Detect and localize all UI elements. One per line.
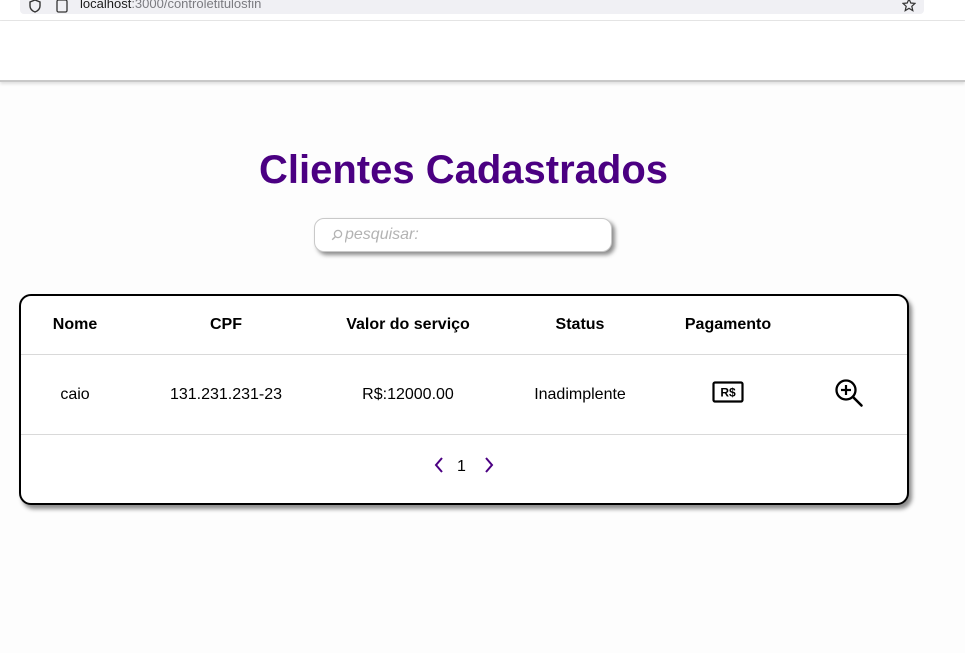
pagination-current-page[interactable]: 1 <box>457 458 466 476</box>
column-header-pagamento[interactable]: Pagamento <box>685 316 771 334</box>
view-details-button[interactable] <box>834 378 864 413</box>
column-header-status[interactable]: Status <box>556 316 605 334</box>
page-title: Clientes Cadastrados <box>258 148 669 192</box>
cell-nome: caio <box>60 386 90 403</box>
clients-table: Nome CPF Valor do serviço Status Pagamen… <box>19 294 909 505</box>
cell-status: Inadimplente <box>534 386 626 403</box>
url-text[interactable]: localhost:3000/controletitulosfin <box>80 0 261 11</box>
zoom-in-icon <box>835 379 863 407</box>
chevron-left-icon[interactable] <box>433 456 445 474</box>
row-divider <box>21 434 907 435</box>
browser-toolbar: localhost:3000/controletitulosfin <box>0 0 965 21</box>
column-header-valor[interactable]: Valor do serviço <box>346 316 470 334</box>
payment-icon-label: R$ <box>720 386 736 400</box>
shield-icon[interactable] <box>28 0 42 13</box>
header-divider <box>21 354 907 355</box>
column-header-nome[interactable]: Nome <box>53 316 97 334</box>
chevron-right-icon[interactable] <box>483 456 495 474</box>
search-input[interactable] <box>345 221 600 249</box>
address-bar[interactable]: localhost:3000/controletitulosfin <box>20 0 924 14</box>
bookmark-star-icon[interactable] <box>902 0 916 12</box>
money-icon: R$ <box>712 381 744 403</box>
app-header <box>0 21 965 82</box>
search-icon <box>331 229 343 241</box>
cell-valor: R$:12000.00 <box>362 386 454 403</box>
payment-button[interactable]: R$ <box>712 381 744 408</box>
column-header-cpf[interactable]: CPF <box>210 316 242 334</box>
cell-cpf: 131.231.231-23 <box>169 386 283 403</box>
search-box[interactable] <box>314 218 612 252</box>
page-icon[interactable] <box>56 0 68 13</box>
